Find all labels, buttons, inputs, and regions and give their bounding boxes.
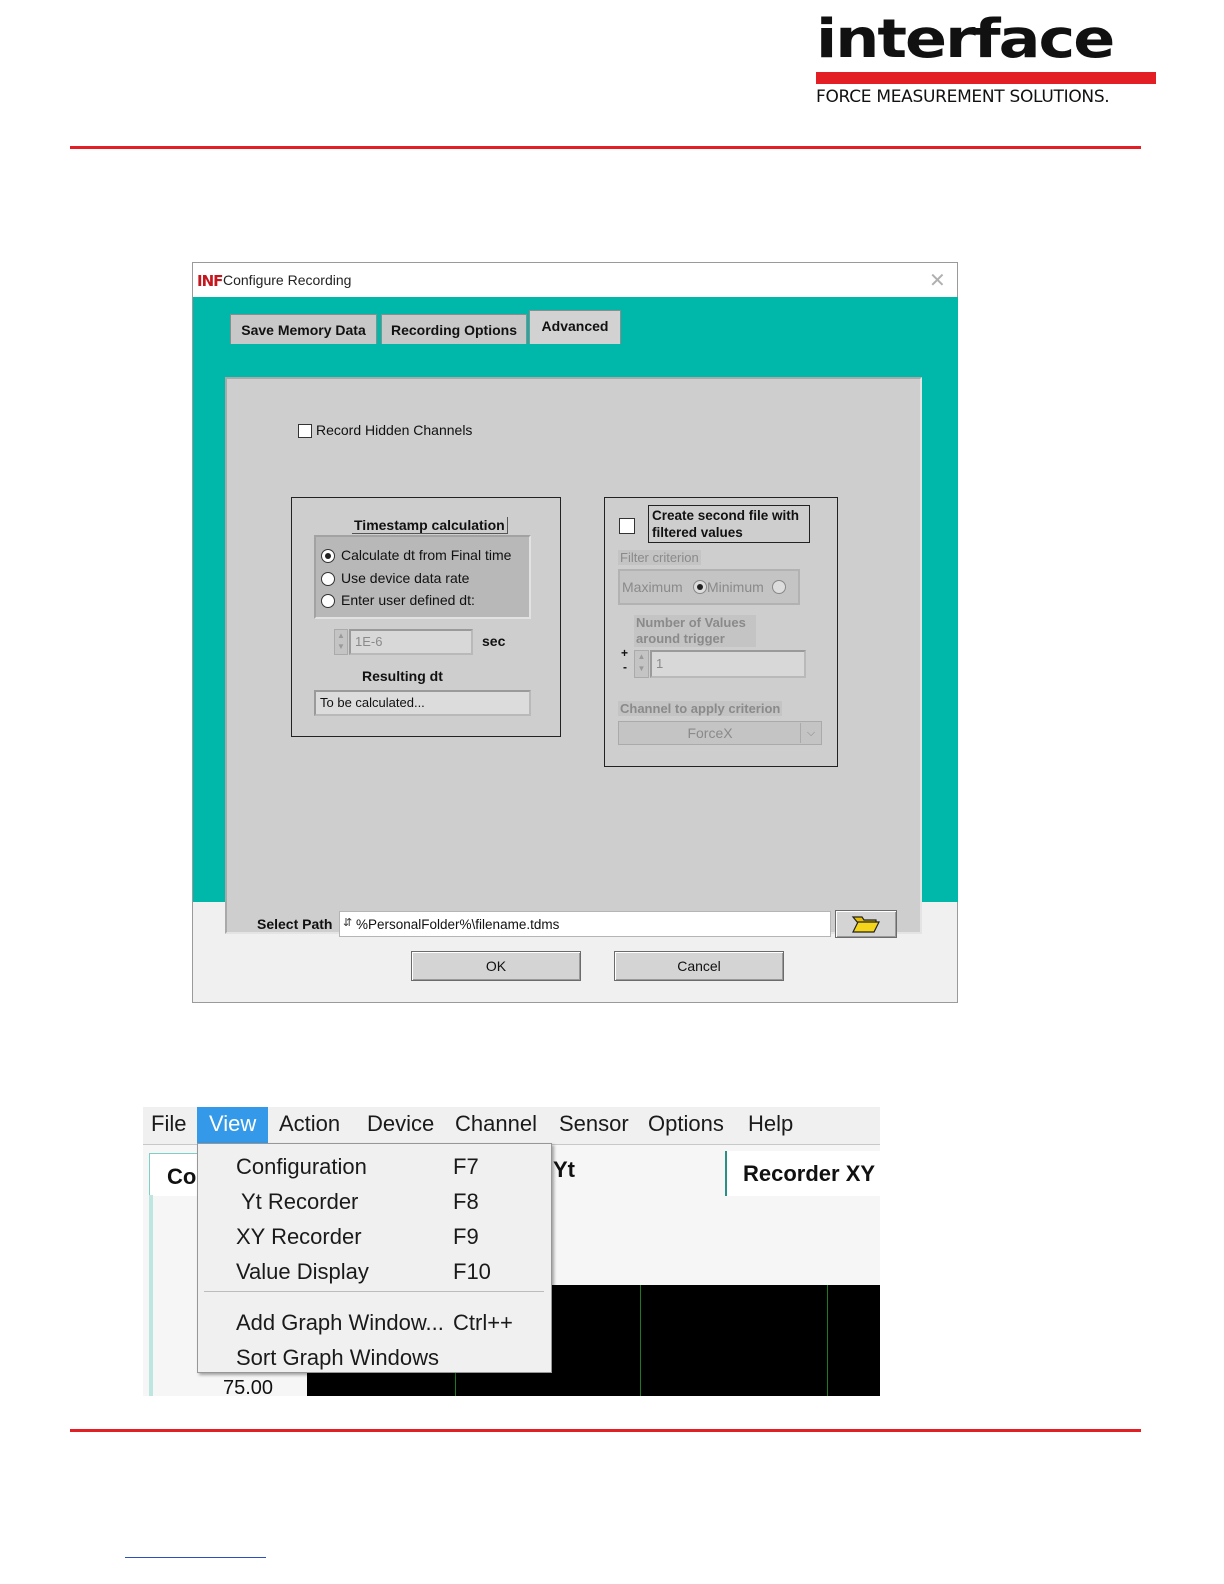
grid-line	[640, 1285, 641, 1396]
configure-recording-dialog: INF Configure Recording ✕ Save Memory Da…	[192, 262, 958, 1003]
menu-item-value-display[interactable]: Value Display	[236, 1259, 369, 1285]
shortcut-value-display: F10	[453, 1259, 491, 1284]
resulting-dt-value: To be calculated...	[314, 690, 531, 716]
menu-help[interactable]: Help	[748, 1107, 793, 1143]
radio-user-dt-label: Enter user defined dt:	[341, 592, 475, 608]
config-tab-label: Co	[167, 1164, 197, 1189]
channel-criterion-label: Channel to apply criterion	[618, 701, 783, 716]
grid-line	[827, 1285, 828, 1396]
menu-separator	[204, 1291, 544, 1292]
chevron-down-icon[interactable]: ⌵	[800, 723, 821, 743]
timestamp-title: Timestamp calculation	[352, 517, 508, 534]
footer-divider	[70, 1429, 1141, 1432]
view-menu-dropdown: Configuration F7 Yt Recorder F8 XY Recor…	[197, 1143, 552, 1373]
menu-options[interactable]: Options	[648, 1107, 724, 1143]
radio-maximum[interactable]	[693, 580, 707, 594]
select-path-label: Select Path	[257, 916, 333, 932]
channel-select-value: ForceX	[687, 725, 733, 741]
dt-stepper-icon[interactable]: ▲ ▼	[334, 629, 348, 655]
path-value: %PersonalFolder%\filename.tdms	[356, 917, 560, 932]
filter-criterion-group: Maximum Minimum	[618, 569, 800, 605]
menu-action[interactable]: Action	[279, 1107, 340, 1143]
record-hidden-checkbox[interactable]	[298, 424, 312, 438]
criterion-maximum-label: Maximum	[622, 579, 683, 595]
menu-channel[interactable]: Channel	[455, 1107, 537, 1143]
dt-input[interactable]: 1E-6	[349, 629, 473, 655]
timestamp-group: Timestamp calculation Calculate dt from …	[291, 497, 561, 737]
panel-edge	[149, 1195, 153, 1396]
timestamp-radio-group: Calculate dt from Final time Use device …	[314, 535, 531, 619]
tab-recording-options[interactable]: Recording Options	[381, 314, 527, 344]
count-label: Number of Values around trigger	[634, 615, 756, 647]
app-icon: INF	[197, 272, 223, 290]
axis-value: 75.00	[223, 1377, 274, 1396]
resulting-dt-label: Resulting dt	[362, 668, 443, 684]
radio-user-dt[interactable]	[321, 594, 335, 608]
advanced-panel: Record Hidden Channels Timestamp calcula…	[225, 377, 922, 934]
shortcut-configuration: F7	[453, 1154, 479, 1179]
shortcut-add-graph-window: Ctrl++	[453, 1310, 513, 1335]
record-hidden-label: Record Hidden Channels	[316, 422, 473, 438]
radio-calc-final-time[interactable]	[321, 549, 335, 563]
menu-sensor[interactable]: Sensor	[559, 1107, 629, 1143]
shortcut-xy-recorder: F9	[453, 1224, 479, 1249]
path-input[interactable]: ⇵ %PersonalFolder%\filename.tdms	[339, 911, 831, 937]
dialog-title: Configure Recording	[223, 272, 352, 288]
menu-item-add-graph-window[interactable]: Add Graph Window...	[236, 1310, 444, 1336]
ok-button[interactable]: OK	[411, 951, 581, 981]
radio-minimum[interactable]	[772, 580, 786, 594]
cancel-button[interactable]: Cancel	[614, 951, 784, 981]
menu-device[interactable]: Device	[367, 1107, 434, 1143]
dialog-body: Save Memory Data Recording Options Advan…	[193, 297, 958, 934]
count-input[interactable]: 1	[650, 650, 806, 678]
count-stepper-icon[interactable]: ▲ ▼	[634, 650, 649, 678]
menu-item-configuration[interactable]: Configuration	[236, 1154, 367, 1180]
logo-tagline: FORCE MEASUREMENT SOLUTIONS.	[816, 87, 1110, 107]
config-tab[interactable]: Co	[149, 1153, 201, 1196]
radio-device-data-rate[interactable]	[321, 572, 335, 586]
channel-select[interactable]: ForceX ⌵	[618, 721, 822, 745]
header-divider	[70, 146, 1141, 149]
count-minus-label: -	[623, 660, 627, 674]
interface-logo: interface	[816, 7, 1115, 70]
recorder-xy-tab[interactable]: Recorder XY	[725, 1151, 880, 1196]
menu-item-xy-recorder[interactable]: XY Recorder	[236, 1224, 362, 1250]
path-type-icon[interactable]: ⇵	[343, 916, 352, 929]
second-file-label: Create second file with filtered values	[648, 505, 810, 543]
menu-bar: File View Action Device Channel Sensor O…	[143, 1107, 880, 1145]
count-plus-label: +	[621, 646, 629, 660]
filter-criterion-label: Filter criterion	[618, 550, 701, 565]
menu-item-sort-graph-windows[interactable]: Sort Graph Windows	[236, 1345, 439, 1371]
close-icon[interactable]: ✕	[929, 268, 946, 293]
radio-calc-final-time-label: Calculate dt from Final time	[341, 547, 512, 563]
title-bar: INF Configure Recording ✕	[193, 263, 957, 297]
criterion-minimum-label: Minimum	[707, 579, 764, 595]
logo-red-bar	[816, 72, 1156, 84]
menu-file[interactable]: File	[151, 1107, 186, 1143]
tab-save-memory-data[interactable]: Save Memory Data	[230, 314, 377, 344]
menu-item-yt-recorder[interactable]: Yt Recorder	[241, 1189, 358, 1215]
radio-device-data-rate-label: Use device data rate	[341, 570, 470, 586]
folder-open-icon	[851, 916, 880, 933]
browse-button[interactable]	[835, 910, 897, 938]
menu-view[interactable]: View	[197, 1107, 269, 1143]
menu-screenshot: Co Yt Recorder XY 75.00 File View Action…	[143, 1107, 880, 1396]
second-file-checkbox[interactable]	[619, 518, 635, 534]
yt-tab-label[interactable]: Yt	[553, 1157, 575, 1183]
recorder-xy-label: Recorder XY	[743, 1161, 876, 1186]
footer-link-underline	[125, 1557, 266, 1558]
dt-unit-label: sec	[482, 633, 506, 649]
filter-group: Create second file with filtered values …	[604, 497, 838, 767]
shortcut-yt-recorder: F8	[453, 1189, 479, 1214]
tab-advanced[interactable]: Advanced	[529, 310, 621, 344]
